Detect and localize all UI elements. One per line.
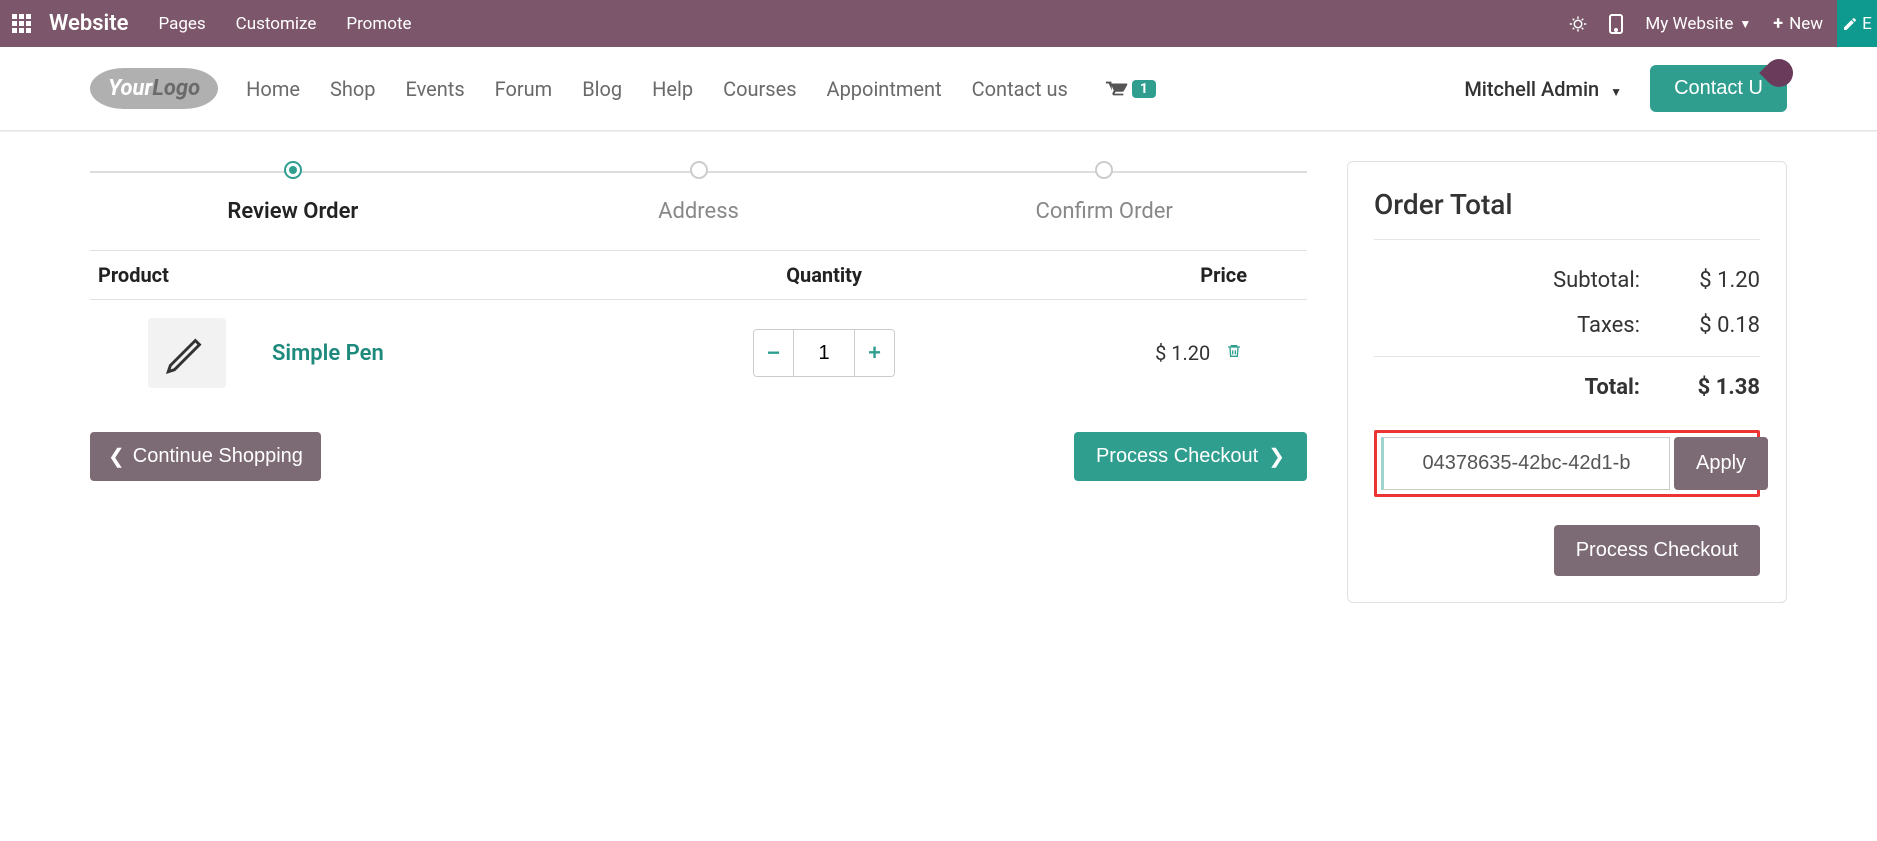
remove-line-button[interactable] xyxy=(1218,300,1307,407)
contact-us-button[interactable]: Contact U xyxy=(1650,65,1787,112)
order-table: Product Quantity Price Simple xyxy=(90,250,1307,406)
promo-code-group: Apply xyxy=(1374,430,1760,497)
total-row: Total: $ 1.38 xyxy=(1374,356,1760,410)
user-menu[interactable]: Mitchell Admin ▼ xyxy=(1464,77,1622,101)
step-dot-active xyxy=(284,161,302,179)
table-row: Simple Pen − + $ 1.20 xyxy=(90,300,1307,407)
qty-decrease-button[interactable]: − xyxy=(754,330,794,376)
step-review[interactable]: Review Order xyxy=(90,161,496,224)
trash-icon xyxy=(1226,342,1242,360)
color-drop-icon xyxy=(1759,53,1799,93)
step-address[interactable]: Address xyxy=(496,161,902,224)
quantity-stepper: − + xyxy=(753,329,895,377)
new-button[interactable]: + New xyxy=(1773,13,1823,34)
promo-code-input[interactable] xyxy=(1381,437,1670,490)
order-total-panel: Order Total Subtotal: $ 1.20 Taxes: $ 0.… xyxy=(1347,161,1787,603)
apply-promo-button[interactable]: Apply xyxy=(1674,437,1768,490)
menu-pages[interactable]: Pages xyxy=(158,14,205,34)
subtotal-row: Subtotal: $ 1.20 xyxy=(1374,258,1760,303)
bug-icon[interactable] xyxy=(1569,15,1587,33)
checkout-steps: Review Order Address Confirm Order xyxy=(90,161,1307,224)
step-confirm[interactable]: Confirm Order xyxy=(901,161,1307,224)
menu-customize[interactable]: Customize xyxy=(236,14,317,34)
process-checkout-button-2[interactable]: Process Checkout xyxy=(1554,525,1760,576)
nav-blog[interactable]: Blog xyxy=(582,77,622,101)
edit-button[interactable]: E xyxy=(1837,0,1877,47)
th-price: Price xyxy=(1021,251,1307,300)
nav-home[interactable]: Home xyxy=(246,77,300,101)
nav-help[interactable]: Help xyxy=(652,77,693,101)
cart-badge: 1 xyxy=(1132,80,1156,98)
site-logo[interactable]: YourLogo xyxy=(90,68,218,109)
cart-icon xyxy=(1104,78,1128,100)
menu-promote[interactable]: Promote xyxy=(346,14,411,34)
process-checkout-button[interactable]: Process Checkout ❯ xyxy=(1074,432,1307,481)
chevron-right-icon: ❯ xyxy=(1268,444,1285,469)
step-dot xyxy=(1095,161,1113,179)
nav-events[interactable]: Events xyxy=(405,77,464,101)
cart-button[interactable]: 1 xyxy=(1104,78,1156,100)
mobile-icon[interactable] xyxy=(1609,14,1623,34)
panel-title: Order Total xyxy=(1374,188,1760,221)
pen-icon xyxy=(162,328,212,378)
qty-input[interactable] xyxy=(794,330,854,376)
plus-icon: + xyxy=(1773,13,1783,34)
qty-increase-button[interactable]: + xyxy=(854,330,894,376)
nav-shop[interactable]: Shop xyxy=(330,77,376,101)
nav-contactus[interactable]: Contact us xyxy=(972,77,1068,101)
line-price: $ 1.20 xyxy=(1021,300,1218,407)
site-nav: Home Shop Events Forum Blog Help Courses… xyxy=(246,77,1094,101)
taxes-row: Taxes: $ 0.18 xyxy=(1374,303,1760,348)
nav-appointment[interactable]: Appointment xyxy=(827,77,942,101)
product-link[interactable]: Simple Pen xyxy=(242,341,384,366)
app-name[interactable]: Website xyxy=(49,11,128,36)
admin-topbar: Website Pages Customize Promote My Websi… xyxy=(0,0,1877,47)
step-dot xyxy=(690,161,708,179)
continue-shopping-button[interactable]: ❮ Continue Shopping xyxy=(90,432,321,481)
product-image[interactable] xyxy=(148,318,226,388)
th-product: Product xyxy=(90,251,627,300)
nav-courses[interactable]: Courses xyxy=(723,77,796,101)
chevron-down-icon: ▼ xyxy=(1610,85,1622,99)
nav-forum[interactable]: Forum xyxy=(495,77,553,101)
th-quantity: Quantity xyxy=(627,251,1021,300)
chevron-left-icon: ❮ xyxy=(108,444,125,469)
apps-icon[interactable] xyxy=(12,14,31,33)
site-header: YourLogo Home Shop Events Forum Blog Hel… xyxy=(0,47,1877,130)
chevron-down-icon: ▼ xyxy=(1739,17,1751,31)
website-switcher[interactable]: My Website▼ xyxy=(1645,14,1751,34)
